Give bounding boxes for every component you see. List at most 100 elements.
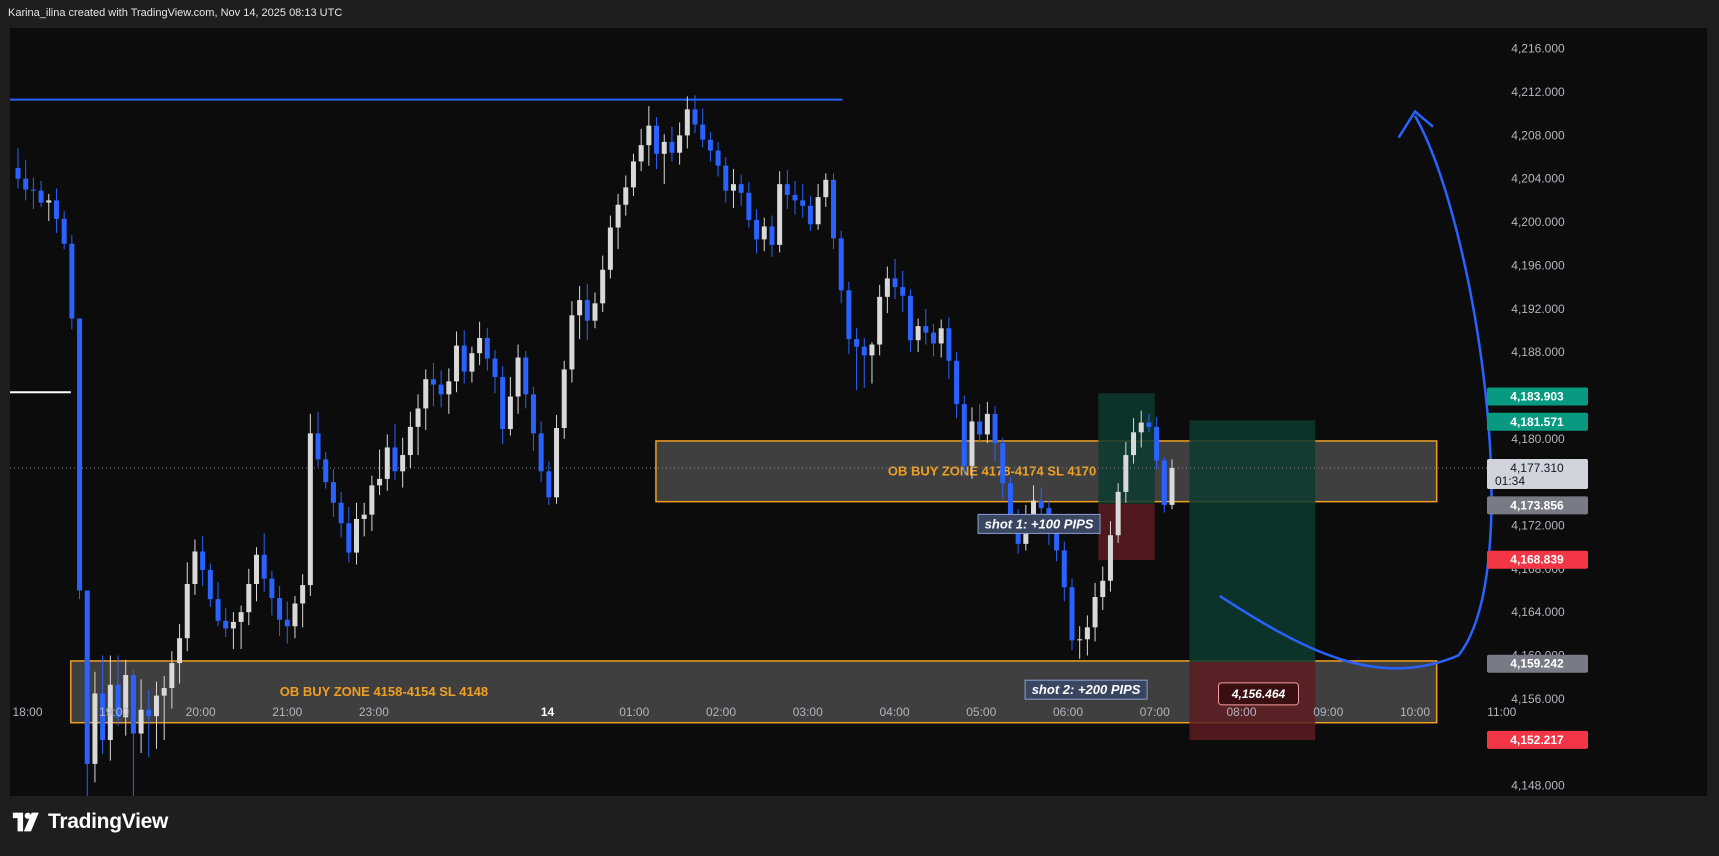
candle-body: [723, 165, 729, 191]
candle-body: [169, 663, 175, 689]
candle-body: [277, 598, 283, 620]
candle-body: [230, 621, 236, 629]
candle-body: [146, 709, 152, 717]
candle-body: [846, 290, 852, 340]
time-tick-label: 18:00: [12, 705, 42, 719]
candle-body: [1084, 627, 1090, 640]
price-label-text: 4,177.310: [1510, 461, 1564, 475]
candle-body: [515, 357, 521, 397]
candle-body: [1131, 432, 1137, 456]
candle-body: [300, 585, 306, 604]
candle-body: [423, 379, 429, 409]
price-tick-label: 4,156.000: [1511, 692, 1565, 706]
candle-body: [938, 328, 944, 344]
candle-body: [584, 300, 590, 321]
price-tick-label: 4,216.000: [1511, 42, 1565, 56]
candle-body: [700, 124, 706, 140]
tradingview-wordmark: TradingView: [48, 810, 169, 833]
candle-body: [1100, 580, 1106, 598]
candle-body: [600, 269, 606, 304]
candle-body: [877, 296, 883, 345]
time-tick-label: 01:00: [619, 705, 649, 719]
candle-body: [461, 345, 467, 372]
time-tick-label: 09:00: [1313, 705, 1343, 719]
price-chart[interactable]: OB BUY ZONE 4178-4174 SL 4170 OB BUY ZONE…: [9, 28, 1707, 837]
price-label-text: 4,173.856: [1510, 498, 1564, 512]
candle-body: [969, 421, 975, 466]
candle-body: [77, 318, 83, 591]
candle-body: [738, 184, 744, 193]
tradingview-logo[interactable]: TradingView: [12, 810, 168, 834]
candle-body: [761, 226, 767, 240]
candle-body: [830, 179, 836, 239]
candle-body: [1077, 639, 1083, 641]
candle-body: [492, 358, 498, 378]
chart-panel[interactable]: OB BUY ZONE 4178-4174 SL 4170 OB BUY ZONE…: [9, 28, 1707, 837]
chart-credit: Karina_ilina created with TradingView.co…: [8, 7, 343, 19]
candle-body: [369, 485, 375, 515]
time-tick-label: 23:00: [359, 705, 389, 719]
candle-body: [992, 413, 998, 444]
candle-body: [538, 433, 544, 472]
candle-body: [246, 583, 252, 613]
candle-body: [1138, 422, 1144, 433]
time-tick-label: 20:00: [186, 705, 216, 719]
candle-body: [46, 200, 52, 203]
candle-body: [61, 218, 67, 244]
candle-body: [223, 620, 229, 629]
candle-body: [815, 197, 821, 225]
candle-body: [407, 426, 413, 456]
candle-body: [569, 315, 575, 370]
time-tick-label: 03:00: [793, 705, 823, 719]
candle-body: [915, 326, 921, 341]
price-tick-label: 4,188.000: [1511, 345, 1565, 359]
candle-body: [769, 226, 775, 245]
time-tick-label: 07:00: [1140, 705, 1170, 719]
price-label-text: 4,181.571: [1510, 415, 1564, 429]
candle-body: [707, 139, 713, 151]
candle-body: [746, 192, 752, 220]
price-label-text: 4,168.839: [1510, 553, 1564, 567]
price-tick-label: 4,172.000: [1511, 518, 1565, 532]
candle-body: [392, 447, 398, 472]
price-tick-label: 4,192.000: [1511, 302, 1565, 316]
candle-body: [630, 161, 636, 188]
candle-body: [346, 523, 352, 553]
time-tick-label: 04:00: [879, 705, 909, 719]
candle-body: [692, 109, 698, 125]
target-area: [1189, 420, 1316, 663]
candle-body: [754, 219, 760, 240]
candle-body: [807, 205, 813, 225]
candle-body: [577, 300, 583, 316]
candle-body: [869, 344, 875, 356]
candle-body: [269, 578, 275, 599]
candle-body: [323, 459, 329, 483]
candle-body: [315, 433, 321, 460]
tradingview-logo-icon: [12, 812, 39, 832]
candle-body: [684, 109, 690, 136]
time-tick-label: 10:00: [1400, 705, 1430, 719]
time-tick-label: 14: [541, 705, 555, 719]
time-tick-label: 21:00: [272, 705, 302, 719]
candle-body: [977, 421, 983, 435]
time-tick-label: 19:00: [99, 705, 129, 719]
price-tick-label: 4,148.000: [1511, 779, 1565, 793]
price-tick-label: 4,196.000: [1511, 258, 1565, 272]
candle-body: [192, 551, 198, 584]
time-tick-label: 06:00: [1053, 705, 1083, 719]
candle-body: [1061, 550, 1067, 588]
candle-body: [153, 695, 159, 717]
price-tick-label: 4,180.000: [1511, 432, 1565, 446]
candle-body: [477, 338, 483, 354]
candle-body: [377, 478, 383, 486]
candle-body: [446, 381, 452, 395]
candle-body: [884, 278, 890, 297]
candle-body: [1107, 535, 1113, 581]
candle-body: [354, 518, 360, 553]
candle-body: [623, 187, 629, 205]
candle-body: [546, 471, 552, 498]
candle-body: [361, 514, 367, 519]
candle-body: [238, 612, 244, 622]
candle-body: [777, 184, 783, 245]
candle-body: [784, 184, 790, 195]
